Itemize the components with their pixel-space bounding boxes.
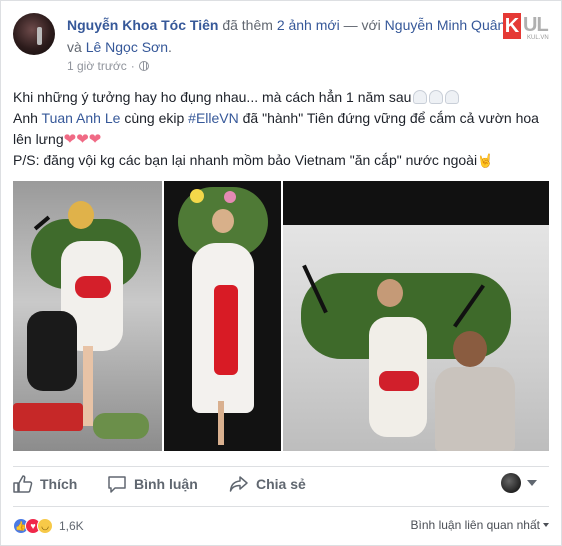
ghost-emoji-icon bbox=[429, 90, 444, 104]
photo-1-person bbox=[27, 311, 77, 391]
reactions-footer: 👍 ♥ ◡ 1,6K Bình luận liên quan nhất bbox=[13, 515, 549, 537]
photo-2-red-sash bbox=[214, 285, 238, 375]
post-meta: 1 giờ trước · bbox=[67, 59, 149, 73]
comment-label: Bình luận bbox=[134, 476, 198, 492]
and-text: và bbox=[67, 39, 86, 55]
text-line-1: Khi những ý tưởng hay ho đụng nhau... mà… bbox=[13, 87, 553, 108]
rock-hand-emoji-icon: 🤘 bbox=[477, 153, 494, 168]
thumbs-up-icon bbox=[13, 475, 33, 493]
hearts-emoji-icon: ❤❤❤ bbox=[63, 131, 102, 148]
with-text: — với bbox=[339, 17, 385, 33]
reaction-count[interactable]: 1,6K bbox=[59, 519, 84, 533]
photo-3-face bbox=[377, 279, 403, 307]
photo-3-man-head bbox=[453, 331, 487, 367]
share-label: Chia sẻ bbox=[256, 476, 306, 492]
timestamp-link[interactable]: 1 giờ trước bbox=[67, 59, 127, 73]
ghost-emoji-icon bbox=[413, 90, 428, 104]
comment-button[interactable]: Bình luận bbox=[107, 467, 198, 501]
action-text: đã thêm bbox=[218, 17, 277, 33]
globe-icon[interactable] bbox=[138, 61, 149, 71]
photo-2-face bbox=[212, 209, 234, 233]
photo-3[interactable] bbox=[283, 181, 549, 451]
current-user-avatar bbox=[501, 473, 521, 493]
tagged-person-link-2[interactable]: Lê Ngọc Sơn bbox=[86, 39, 168, 55]
text-line-1-content: Khi những ý tưởng hay ho đụng nhau... mà… bbox=[13, 89, 412, 105]
photo-1-leg bbox=[83, 346, 93, 426]
new-photos-link[interactable]: 2 ảnh mới bbox=[277, 17, 340, 33]
photo-3-man-shirt bbox=[435, 367, 515, 451]
like-label: Thích bbox=[40, 476, 78, 492]
mention-link[interactable]: Tuan Anh Le bbox=[42, 110, 121, 126]
post-text: Khi những ý tưởng hay ho đụng nhau... mà… bbox=[13, 87, 553, 171]
hashtag-link[interactable]: #ElleVN bbox=[188, 110, 239, 126]
dot-separator: · bbox=[130, 59, 135, 73]
watermark-letter: K bbox=[503, 13, 521, 39]
share-button[interactable]: Chia sẻ bbox=[229, 467, 306, 501]
photo-2-flower-pink bbox=[224, 191, 236, 203]
chevron-down-icon bbox=[527, 480, 537, 486]
actions-bottom-divider bbox=[13, 506, 549, 507]
like-button[interactable]: Thích bbox=[13, 467, 77, 501]
microphone-icon bbox=[37, 27, 42, 45]
photo-2[interactable] bbox=[164, 181, 281, 451]
photo-grid bbox=[13, 181, 549, 451]
tagged-person-link-1[interactable]: Nguyễn Minh Quân bbox=[385, 17, 506, 33]
haha-reaction-icon[interactable]: ◡ bbox=[37, 518, 53, 534]
photo-1-red-object bbox=[13, 403, 83, 431]
text-line-3: P/S: đăng vội kg các bạn lại nhanh mồm b… bbox=[13, 150, 553, 171]
watermark-rest: UL bbox=[523, 14, 549, 36]
post-card: Nguyễn Khoa Tóc Tiên đã thêm 2 ảnh mới —… bbox=[0, 0, 562, 546]
photo-1-hair bbox=[68, 201, 94, 229]
action-bar: Thích Bình luận Chia sẻ bbox=[1, 467, 561, 501]
post-header: Nguyễn Khoa Tóc Tiên đã thêm 2 ảnh mới —… bbox=[67, 14, 507, 58]
comment-sort-label: Bình luận liên quan nhất bbox=[410, 518, 540, 532]
photo-1-bow bbox=[75, 276, 111, 298]
sort-caret-icon bbox=[543, 523, 549, 527]
period-text: . bbox=[168, 39, 172, 55]
share-icon bbox=[229, 476, 248, 492]
photo-2-flower-yellow bbox=[190, 189, 204, 203]
watermark-sub: KUL.VN bbox=[527, 35, 549, 41]
text-line-2-pre: Anh bbox=[13, 110, 42, 126]
photo-3-bow bbox=[379, 371, 419, 391]
text-line-3-content: P/S: đăng vội kg các bạn lại nhanh mồm b… bbox=[13, 152, 478, 168]
ghost-emoji-icon bbox=[445, 90, 460, 104]
photo-2-leg bbox=[218, 401, 224, 445]
watermark-logo: K UL KUL.VN bbox=[503, 13, 555, 41]
photo-1-flowers bbox=[93, 413, 149, 439]
author-name-link[interactable]: Nguyễn Khoa Tóc Tiên bbox=[67, 17, 218, 33]
author-avatar[interactable] bbox=[13, 13, 55, 55]
comment-icon bbox=[108, 476, 126, 493]
post-as-selector[interactable] bbox=[501, 473, 537, 493]
photo-1[interactable] bbox=[13, 181, 162, 451]
comment-sort-dropdown[interactable]: Bình luận liên quan nhất bbox=[411, 518, 549, 532]
text-line-2-mid: cùng ekip bbox=[120, 110, 189, 126]
text-line-2: Anh Tuan Anh Le cùng ekip #ElleVN đã "hà… bbox=[13, 108, 553, 150]
